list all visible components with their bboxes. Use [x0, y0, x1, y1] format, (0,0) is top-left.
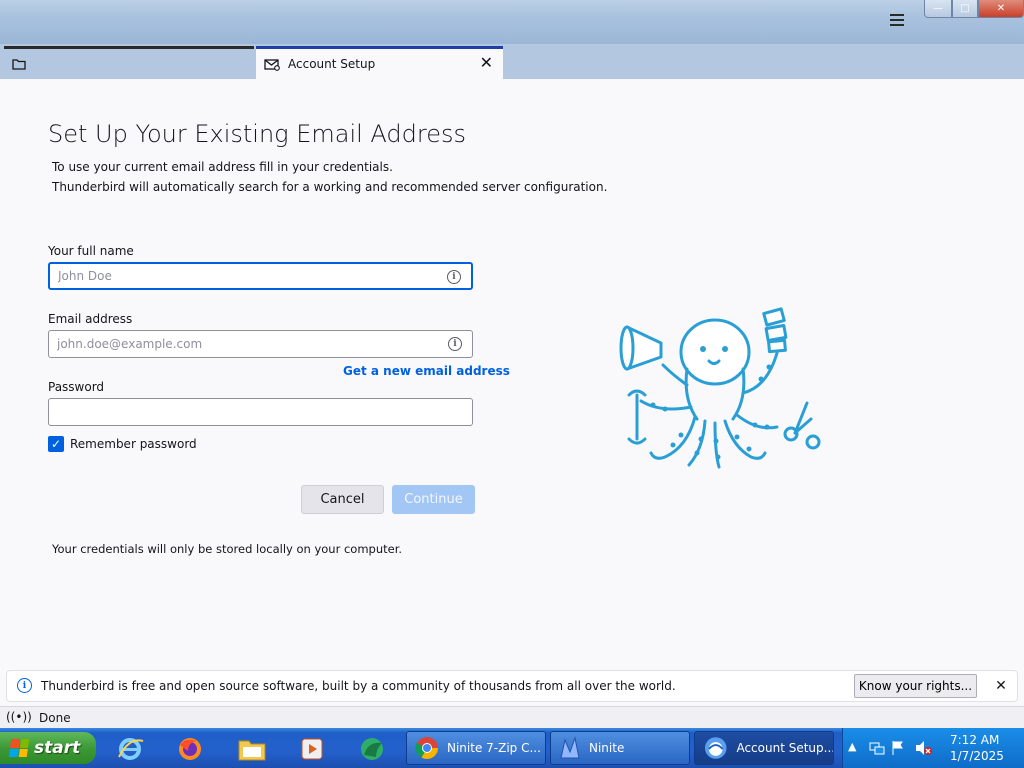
close-window-button[interactable]: ✕ — [978, 0, 1024, 18]
full-name-input[interactable] — [58, 269, 438, 283]
info-icon[interactable]: i — [448, 337, 462, 351]
email-input[interactable] — [57, 337, 437, 351]
tab-bar: Account Setup ✕ — [0, 44, 1024, 79]
volume-muted-icon[interactable] — [915, 740, 933, 756]
online-status-icon[interactable]: ((•)) — [6, 710, 32, 724]
get-new-email-link[interactable]: Get a new email address — [343, 364, 510, 378]
notification-close-button[interactable]: ✕ — [989, 674, 1013, 698]
tab-account-setup-label: Account Setup — [288, 57, 376, 71]
tab-close-button[interactable]: ✕ — [480, 54, 493, 72]
clock-date[interactable]: 1/7/2025 — [950, 749, 1004, 763]
know-your-rights-button[interactable]: Know your rights... — [854, 674, 977, 698]
firefox-icon[interactable] — [174, 734, 206, 764]
continue-button[interactable]: Continue — [392, 485, 475, 514]
windows-logo-icon — [8, 739, 30, 757]
page-title: Set Up Your Existing Email Address — [48, 120, 466, 148]
notification-bar: i Thunderbird is free and open source so… — [6, 670, 1018, 702]
ninite-icon — [560, 736, 580, 759]
show-hidden-icons-button[interactable]: ▲ — [848, 740, 856, 753]
intro-text-line2: Thunderbird will automatically search fo… — [52, 180, 608, 194]
account-setup-page: Set Up Your Existing Email Address To us… — [0, 79, 1024, 667]
action-center-flag-icon[interactable] — [891, 740, 905, 756]
clock-time[interactable]: 7:12 AM — [950, 733, 999, 747]
file-explorer-icon[interactable] — [236, 734, 268, 764]
thunderbird-octopus-illustration — [619, 307, 821, 469]
status-bar: ((•)) Done — [0, 706, 1024, 728]
maximize-button[interactable]: □ — [952, 0, 978, 18]
full-name-field: i — [48, 262, 473, 290]
taskbar-item-label: Account Setup... — [736, 741, 833, 755]
intro-text-line1: To use your current email address fill i… — [52, 160, 393, 174]
info-icon[interactable]: i — [447, 270, 461, 284]
start-button[interactable]: start — [0, 732, 96, 764]
remember-password-label: Remember password — [70, 437, 197, 451]
minimize-button[interactable]: — — [924, 0, 952, 18]
taskbar-item-ninite-7zip[interactable]: Ninite 7-Zip C... — [406, 731, 546, 765]
taskbar-item-account-setup[interactable]: Account Setup... — [694, 731, 834, 765]
notification-text: Thunderbird is free and open source soft… — [41, 679, 676, 693]
chrome-icon — [415, 737, 438, 759]
start-label: start — [34, 738, 81, 758]
password-field — [48, 398, 473, 426]
taskbar-item-label: Ninite — [589, 741, 625, 755]
credentials-footnote: Your credentials will only be stored loc… — [52, 542, 403, 556]
window-controls: — □ ✕ — [924, 0, 1024, 18]
window-titlebar: — □ ✕ — [0, 0, 1024, 44]
cancel-button[interactable]: Cancel — [301, 485, 384, 514]
network-icon[interactable] — [869, 740, 885, 756]
remember-password-checkbox[interactable]: ✓ — [48, 436, 64, 452]
system-tray: ▲ 7:12 AM 1/7/2025 — [842, 728, 1024, 768]
info-icon: i — [17, 678, 32, 693]
taskbar-item-label: Ninite 7-Zip C... — [447, 741, 541, 755]
status-text: Done — [39, 711, 71, 725]
email-field: i — [48, 330, 473, 358]
internet-explorer-icon[interactable] — [114, 734, 146, 764]
tab-account-setup[interactable]: Account Setup ✕ — [256, 46, 503, 79]
remember-password[interactable]: ✓ Remember password — [48, 436, 197, 452]
folder-icon — [12, 59, 26, 70]
app-menu-icon[interactable] — [890, 14, 904, 26]
media-player-icon[interactable] — [296, 734, 328, 764]
windows-taskbar: start Ninite 7-Zip C... Ninite Account S… — [0, 728, 1024, 768]
envelope-settings-icon — [264, 58, 280, 71]
password-label: Password — [48, 380, 105, 394]
password-input[interactable] — [57, 405, 437, 419]
email-label: Email address — [48, 312, 133, 326]
taskbar-item-ninite[interactable]: Ninite — [550, 731, 690, 765]
full-name-label: Your full name — [48, 244, 134, 258]
tab-mail[interactable] — [4, 46, 254, 79]
messenger-icon[interactable] — [356, 734, 388, 764]
thunderbird-icon — [704, 737, 727, 759]
